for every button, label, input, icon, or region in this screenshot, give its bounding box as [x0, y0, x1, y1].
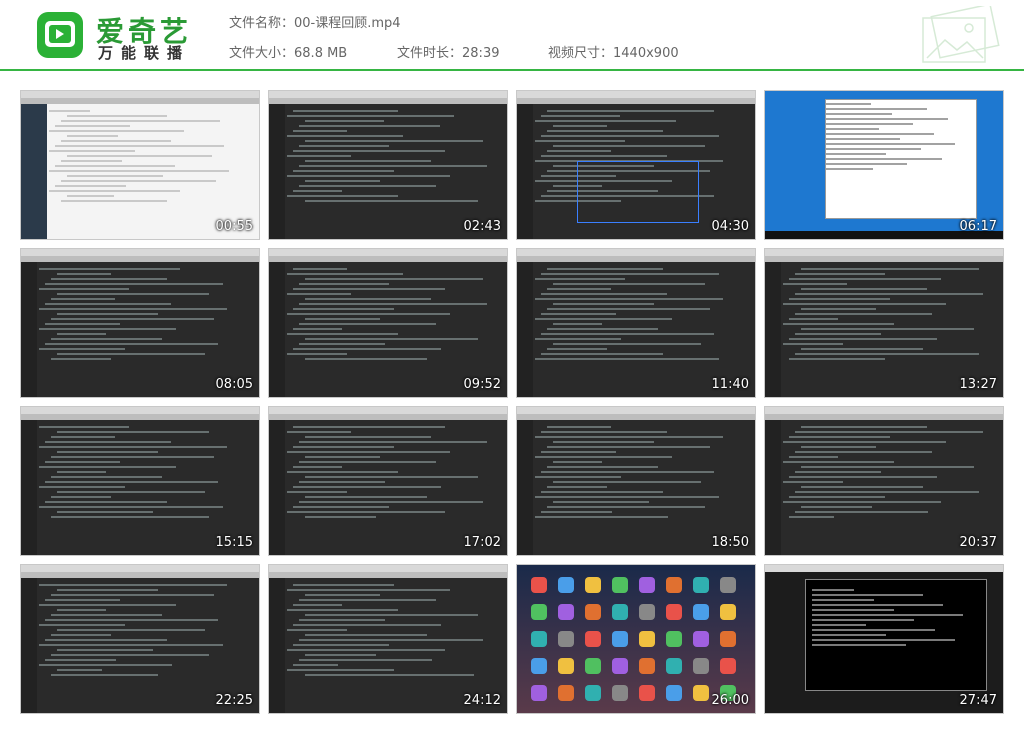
file-duration-row: 文件时长：28:39: [397, 42, 499, 61]
decorative-image-stack-icon: [922, 6, 1000, 63]
file-dims-row: 视频尺寸：1440x900: [548, 42, 679, 61]
thumbnail-timestamp: 13:27: [959, 377, 997, 392]
video-thumbnail[interactable]: 15:15: [20, 406, 260, 556]
thumbnail-timestamp: 04:30: [711, 219, 749, 234]
thumbnail-timestamp: 02:43: [463, 219, 501, 234]
video-thumbnail[interactable]: 13:27: [764, 248, 1004, 398]
thumbnail-timestamp: 20:37: [959, 535, 997, 550]
header: 爱奇艺 万能联播 文件名称：00-课程回顾.mp4 文件大小：68.8 MB 文…: [0, 0, 1024, 70]
video-thumbnail[interactable]: 24:12: [268, 564, 508, 714]
video-thumbnail[interactable]: 06:17: [764, 90, 1004, 240]
thumbnail-timestamp: 27:47: [959, 693, 997, 708]
file-name-label: 文件名称：: [229, 16, 295, 31]
video-thumbnail[interactable]: 22:25: [20, 564, 260, 714]
video-thumbnail[interactable]: 26:00: [516, 564, 756, 714]
video-thumbnail[interactable]: 18:50: [516, 406, 756, 556]
thumbnail-timestamp: 22:25: [215, 693, 253, 708]
brand-tagline: 万能联播: [98, 44, 191, 62]
file-size-value: 68.8 MB: [294, 46, 348, 61]
thumbnail-timestamp: 00:55: [215, 219, 253, 234]
video-thumbnail[interactable]: 02:43: [268, 90, 508, 240]
file-duration-label: 文件时长：: [397, 46, 463, 61]
file-duration-value: 28:39: [462, 46, 500, 61]
video-thumbnail[interactable]: 09:52: [268, 248, 508, 398]
video-thumbnail[interactable]: 04:30: [516, 90, 756, 240]
video-thumbnail[interactable]: 20:37: [764, 406, 1004, 556]
thumbnail-timestamp: 24:12: [463, 693, 501, 708]
iqiyi-logo-icon: [37, 12, 83, 58]
file-dims-value: 1440x900: [613, 46, 679, 61]
file-name-value: 00-课程回顾.mp4: [294, 16, 401, 31]
video-thumbnail[interactable]: 17:02: [268, 406, 508, 556]
thumbnail-timestamp: 08:05: [215, 377, 253, 392]
file-size-label: 文件大小：: [229, 46, 295, 61]
video-thumbnail[interactable]: 08:05: [20, 248, 260, 398]
video-thumbnail[interactable]: 11:40: [516, 248, 756, 398]
video-thumbnail[interactable]: 00:55: [20, 90, 260, 240]
thumbnail-timestamp: 06:17: [959, 219, 997, 234]
thumbnail-timestamp: 18:50: [711, 535, 749, 550]
thumbnail-timestamp: 11:40: [711, 377, 749, 392]
thumbnail-timestamp: 26:00: [711, 693, 749, 708]
file-size-row: 文件大小：68.8 MB: [229, 42, 347, 61]
video-thumbnail[interactable]: 27:47: [764, 564, 1004, 714]
thumbnail-timestamp: 15:15: [215, 535, 253, 550]
thumbnail-timestamp: 17:02: [463, 535, 501, 550]
thumbnail-timestamp: 09:52: [463, 377, 501, 392]
header-divider: [0, 69, 1024, 71]
file-dims-label: 视频尺寸：: [548, 46, 614, 61]
file-name-row: 文件名称：00-课程回顾.mp4: [229, 12, 401, 31]
